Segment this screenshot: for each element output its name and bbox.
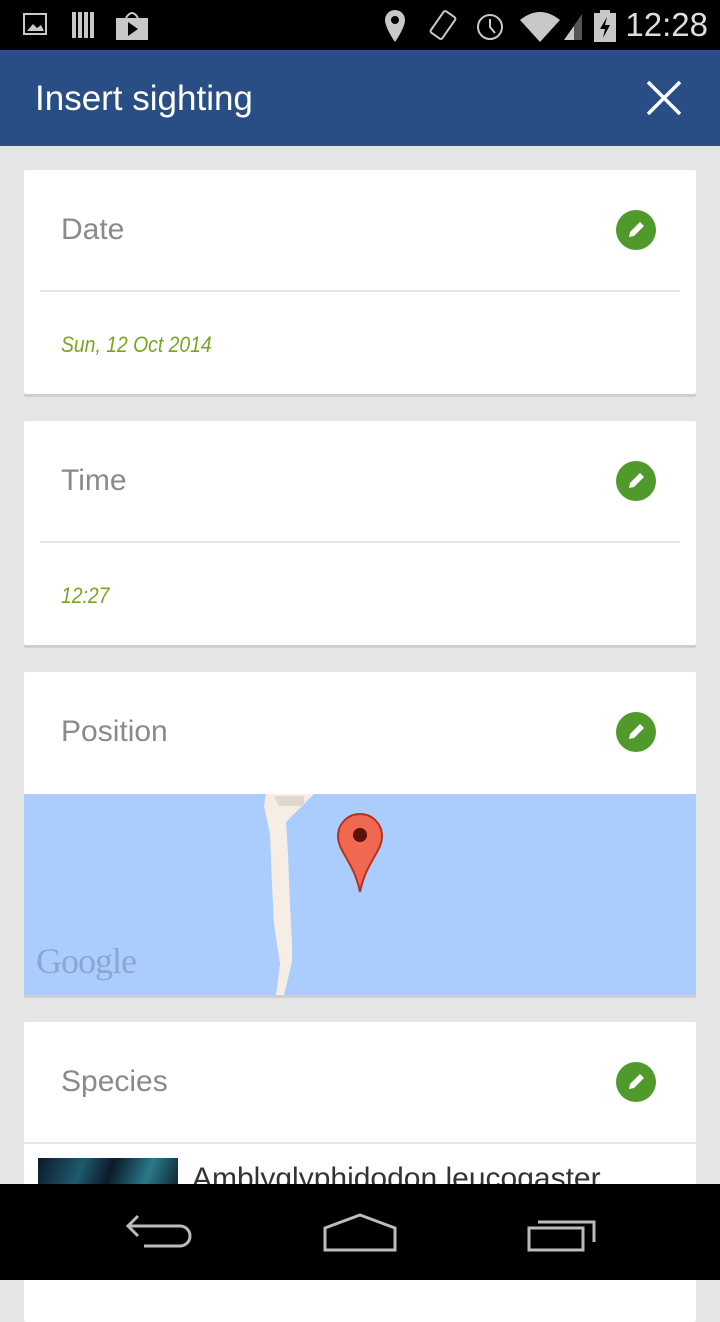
time-value: 12:27 [61,583,110,608]
recents-icon[interactable] [526,1214,598,1254]
vibrate-icon [429,10,457,40]
position-card[interactable]: Position Google [24,672,696,995]
library-icon [72,12,94,38]
battery-charging-icon [594,10,616,42]
edit-time-button[interactable] [616,461,656,501]
wifi-icon [520,12,582,42]
time-label: Time [61,464,127,497]
date-label: Date [61,213,125,246]
edit-position-button[interactable] [616,712,656,752]
divider [24,1142,696,1144]
page-title: Insert sighting [35,79,253,118]
map-pin-icon [336,812,384,893]
close-icon[interactable] [646,80,682,116]
location-icon [385,10,405,42]
edit-date-button[interactable] [616,210,656,250]
home-icon[interactable] [322,1212,398,1254]
alarm-icon [477,14,503,40]
navigation-bar [0,1184,720,1280]
edit-species-button[interactable] [616,1062,656,1102]
status-time: 12:28 [625,6,708,43]
status-bar: 12:28 [0,0,720,50]
time-card[interactable]: Time 12:27 [24,421,696,645]
map-view[interactable]: Google [24,794,696,995]
date-value: Sun, 12 Oct 2014 [61,332,212,357]
divider [40,290,680,292]
species-label: Species [61,1065,168,1098]
date-card[interactable]: Date Sun, 12 Oct 2014 [24,170,696,394]
divider [40,541,680,543]
app-bar: Insert sighting [0,50,720,146]
play-store-icon [116,12,148,40]
image-icon [23,13,47,35]
back-icon[interactable] [124,1212,196,1252]
google-logo: Google [36,941,137,981]
position-label: Position [61,715,168,748]
